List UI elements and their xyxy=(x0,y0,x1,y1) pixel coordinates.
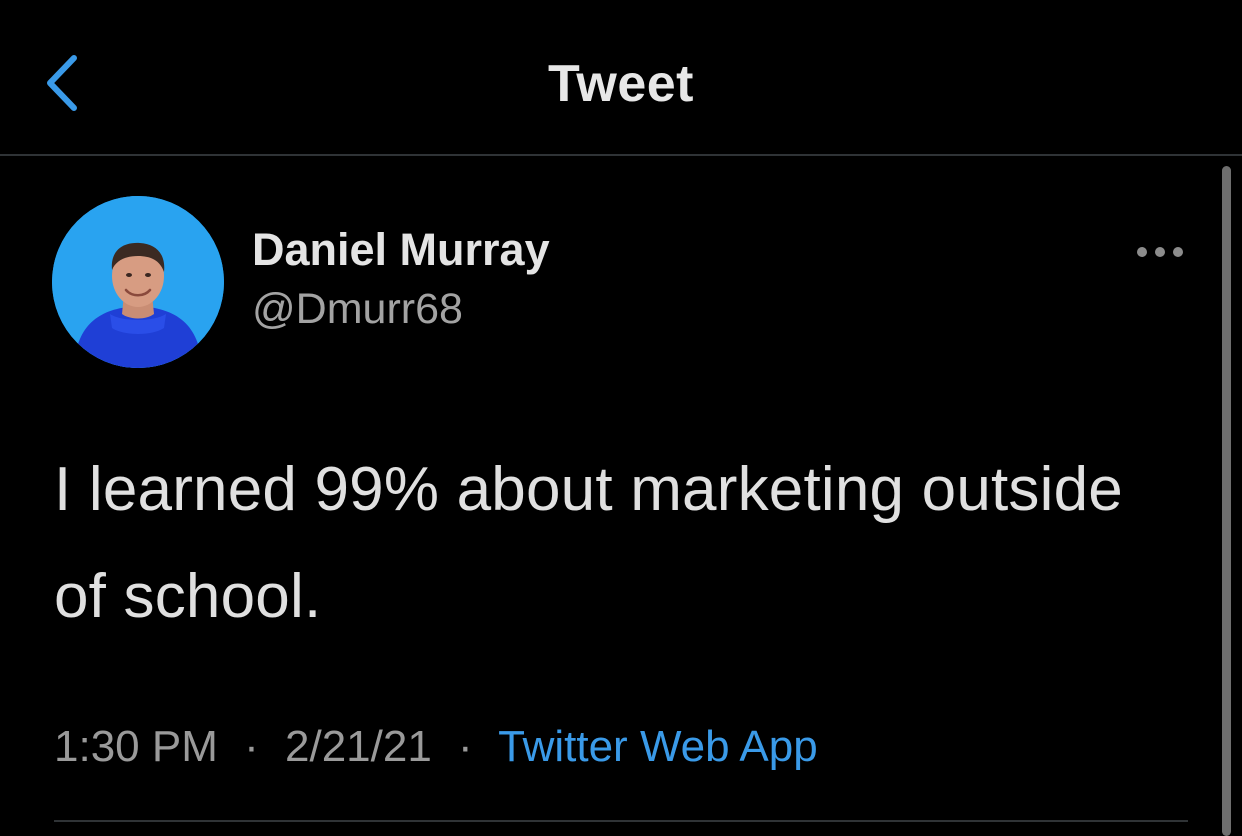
author-handle[interactable]: @Dmurr68 xyxy=(252,285,463,334)
avatar-image xyxy=(52,196,224,368)
avatar[interactable] xyxy=(52,196,224,368)
separator-dot: · xyxy=(244,722,259,771)
tweet-time: 1:30 PM xyxy=(54,722,218,771)
top-navigation-bar: Tweet xyxy=(0,0,1242,156)
more-horizontal-icon xyxy=(1137,247,1183,257)
divider xyxy=(54,820,1188,822)
author-name[interactable]: Daniel Murray xyxy=(252,224,550,276)
scrollbar[interactable] xyxy=(1222,166,1231,836)
separator-dot: · xyxy=(458,722,473,771)
tweet-text: I learned 99% about marketing outside of… xyxy=(54,455,1123,631)
more-options-button[interactable] xyxy=(1128,236,1192,268)
page-title: Tweet xyxy=(547,55,694,113)
tweet-metadata: 1:30 PM · 2/21/21 · Twitter Web App xyxy=(54,722,818,772)
tweet-source-link[interactable]: Twitter Web App xyxy=(498,722,818,771)
tweet-date[interactable]: 2/21/21 xyxy=(285,722,432,771)
